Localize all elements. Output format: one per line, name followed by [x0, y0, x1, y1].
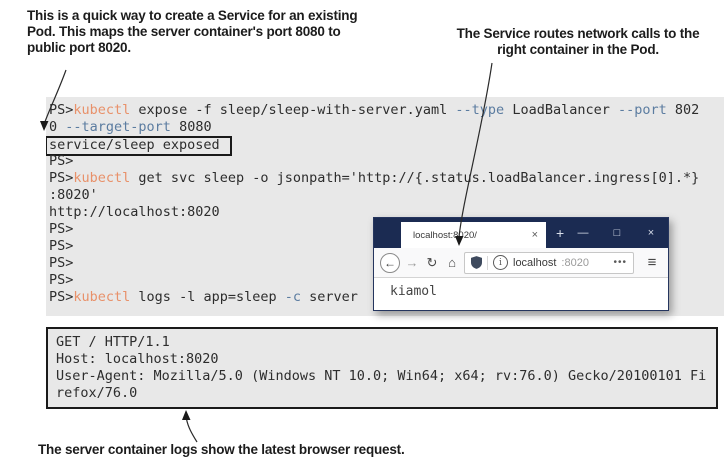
terminal-line: PS>kubectl expose -f sleep/sleep-with-se…	[49, 102, 724, 119]
browser-page-content: kiamol	[374, 278, 668, 310]
back-icon: ←	[384, 257, 396, 269]
reload-icon[interactable]: ↻	[424, 255, 440, 271]
shield-icon[interactable]	[471, 256, 482, 269]
log-line: refox/76.0	[56, 385, 716, 402]
minimize-icon[interactable]: —	[566, 218, 600, 248]
browser-tab[interactable]: localhost:8020/ ×	[401, 222, 546, 248]
browser-titlebar: localhost:8020/ × + — □ ×	[374, 218, 668, 248]
annotation-expose-command: This is a quick way to create a Service …	[27, 8, 367, 56]
address-divider	[487, 256, 488, 270]
browser-toolbar: ← → ↻ ⌂ i localhost :8020 ••• ≡	[374, 248, 668, 278]
address-bar[interactable]: i localhost :8020 •••	[464, 252, 634, 274]
url-port: :8020	[561, 257, 589, 269]
server-log-box: GET / HTTP/1.1Host: localhost:8020User-A…	[46, 327, 718, 409]
new-tab-icon[interactable]: +	[556, 225, 564, 241]
url-host: localhost	[513, 257, 556, 269]
page-actions-icon[interactable]: •••	[613, 257, 627, 268]
highlight-box: service/sleep exposed	[46, 136, 232, 156]
annotation-service-routing: The Service routes network calls to the …	[448, 26, 708, 58]
log-line: Host: localhost:8020	[56, 351, 716, 368]
tab-close-icon[interactable]: ×	[532, 229, 538, 241]
terminal-line: service/sleep exposed	[49, 136, 724, 153]
annotation-server-logs: The server container logs show the lates…	[38, 442, 558, 458]
terminal-line: PS>kubectl get svc sleep -o jsonpath='ht…	[49, 170, 724, 187]
maximize-icon[interactable]: □	[600, 218, 634, 248]
terminal-line: 0 --target-port 8080	[49, 119, 724, 136]
home-icon[interactable]: ⌂	[444, 255, 460, 270]
close-icon[interactable]: ×	[634, 218, 668, 248]
window-controls: — □ ×	[566, 218, 668, 248]
firefox-window: localhost:8020/ × + — □ × ← → ↻ ⌂ i loca…	[373, 217, 669, 311]
back-button[interactable]: ←	[380, 253, 400, 273]
log-line: User-Agent: Mozilla/5.0 (Windows NT 10.0…	[56, 368, 716, 385]
log-line: GET / HTTP/1.1	[56, 334, 716, 351]
forward-icon[interactable]: →	[404, 255, 420, 270]
site-info-icon[interactable]: i	[493, 255, 508, 270]
tab-title: localhost:8020/	[413, 230, 477, 241]
terminal-line: :8020'	[49, 187, 724, 204]
hamburger-menu-icon[interactable]: ≡	[642, 254, 662, 271]
